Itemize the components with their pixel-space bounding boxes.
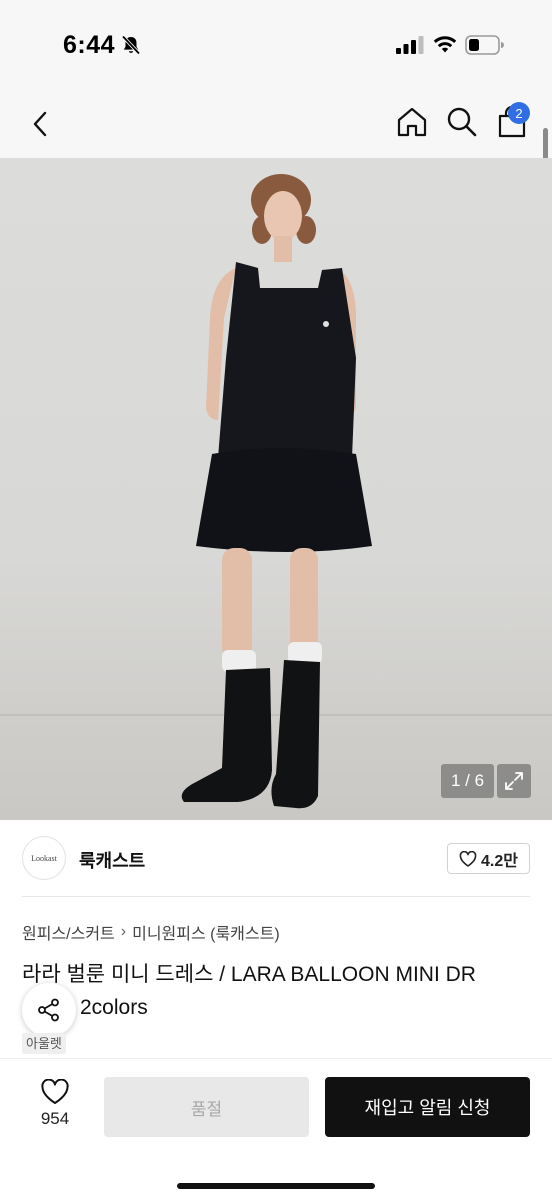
chevron-right-icon: › xyxy=(120,923,127,940)
wishlist-count: 954 xyxy=(40,1109,70,1128)
product-image[interactable]: 1 / 6 xyxy=(0,158,552,820)
breadcrumb: 원피스/스커트 › 미니원피스 (룩캐스트) xyxy=(22,920,280,944)
shop-like-count: 4.2만 xyxy=(481,852,518,870)
bottom-action-bar: 954 품절 재입고 알림 신청 xyxy=(0,1058,552,1200)
breadcrumb-category[interactable]: 원피스/스커트 xyxy=(22,920,115,944)
heart-icon xyxy=(459,850,477,867)
heart-icon xyxy=(41,1079,69,1104)
soldout-button[interactable]: 품절 xyxy=(104,1077,309,1137)
bell-slash-icon xyxy=(121,35,141,55)
expand-icon xyxy=(505,772,523,790)
share-button[interactable] xyxy=(22,983,76,1037)
outlet-tag: 아울렛 xyxy=(22,1033,66,1054)
seller-row[interactable]: Lookast 룩캐스트 4.2만 xyxy=(0,830,552,890)
status-bar: 6:44 xyxy=(0,0,552,92)
seller-logo[interactable]: Lookast xyxy=(22,836,66,880)
shop-like-button[interactable]: 4.2만 xyxy=(447,843,530,874)
search-icon xyxy=(447,107,477,137)
restock-alert-button[interactable]: 재입고 알림 신청 xyxy=(325,1077,530,1137)
seller-name[interactable]: 룩캐스트 xyxy=(79,847,145,873)
breadcrumb-subcategory[interactable]: 미니원피스 (룩캐스트) xyxy=(132,920,280,944)
home-icon xyxy=(397,107,427,137)
search-button[interactable] xyxy=(444,104,480,140)
chevron-left-icon xyxy=(33,111,47,137)
home-button[interactable] xyxy=(394,104,430,140)
status-time: 6:44 xyxy=(63,31,116,59)
divider xyxy=(22,896,530,897)
product-title-colors: 2colors xyxy=(80,996,148,1019)
battery-icon xyxy=(465,35,504,55)
top-nav-bar xyxy=(0,92,552,158)
signal-icon xyxy=(396,36,424,54)
back-button[interactable] xyxy=(24,104,56,144)
model-figure-image xyxy=(181,174,372,809)
home-indicator xyxy=(177,1183,375,1189)
expand-button[interactable] xyxy=(497,764,531,798)
wifi-icon xyxy=(433,36,457,53)
cart-count-badge: 2 xyxy=(508,102,530,124)
image-counter: 1 / 6 xyxy=(441,764,494,798)
product-title: 라라 벌룬 미니 드레스 / LARA BALLOON MINI DR xyxy=(22,963,476,986)
wishlist-button[interactable]: 954 xyxy=(24,1079,86,1139)
share-icon xyxy=(38,998,59,1022)
